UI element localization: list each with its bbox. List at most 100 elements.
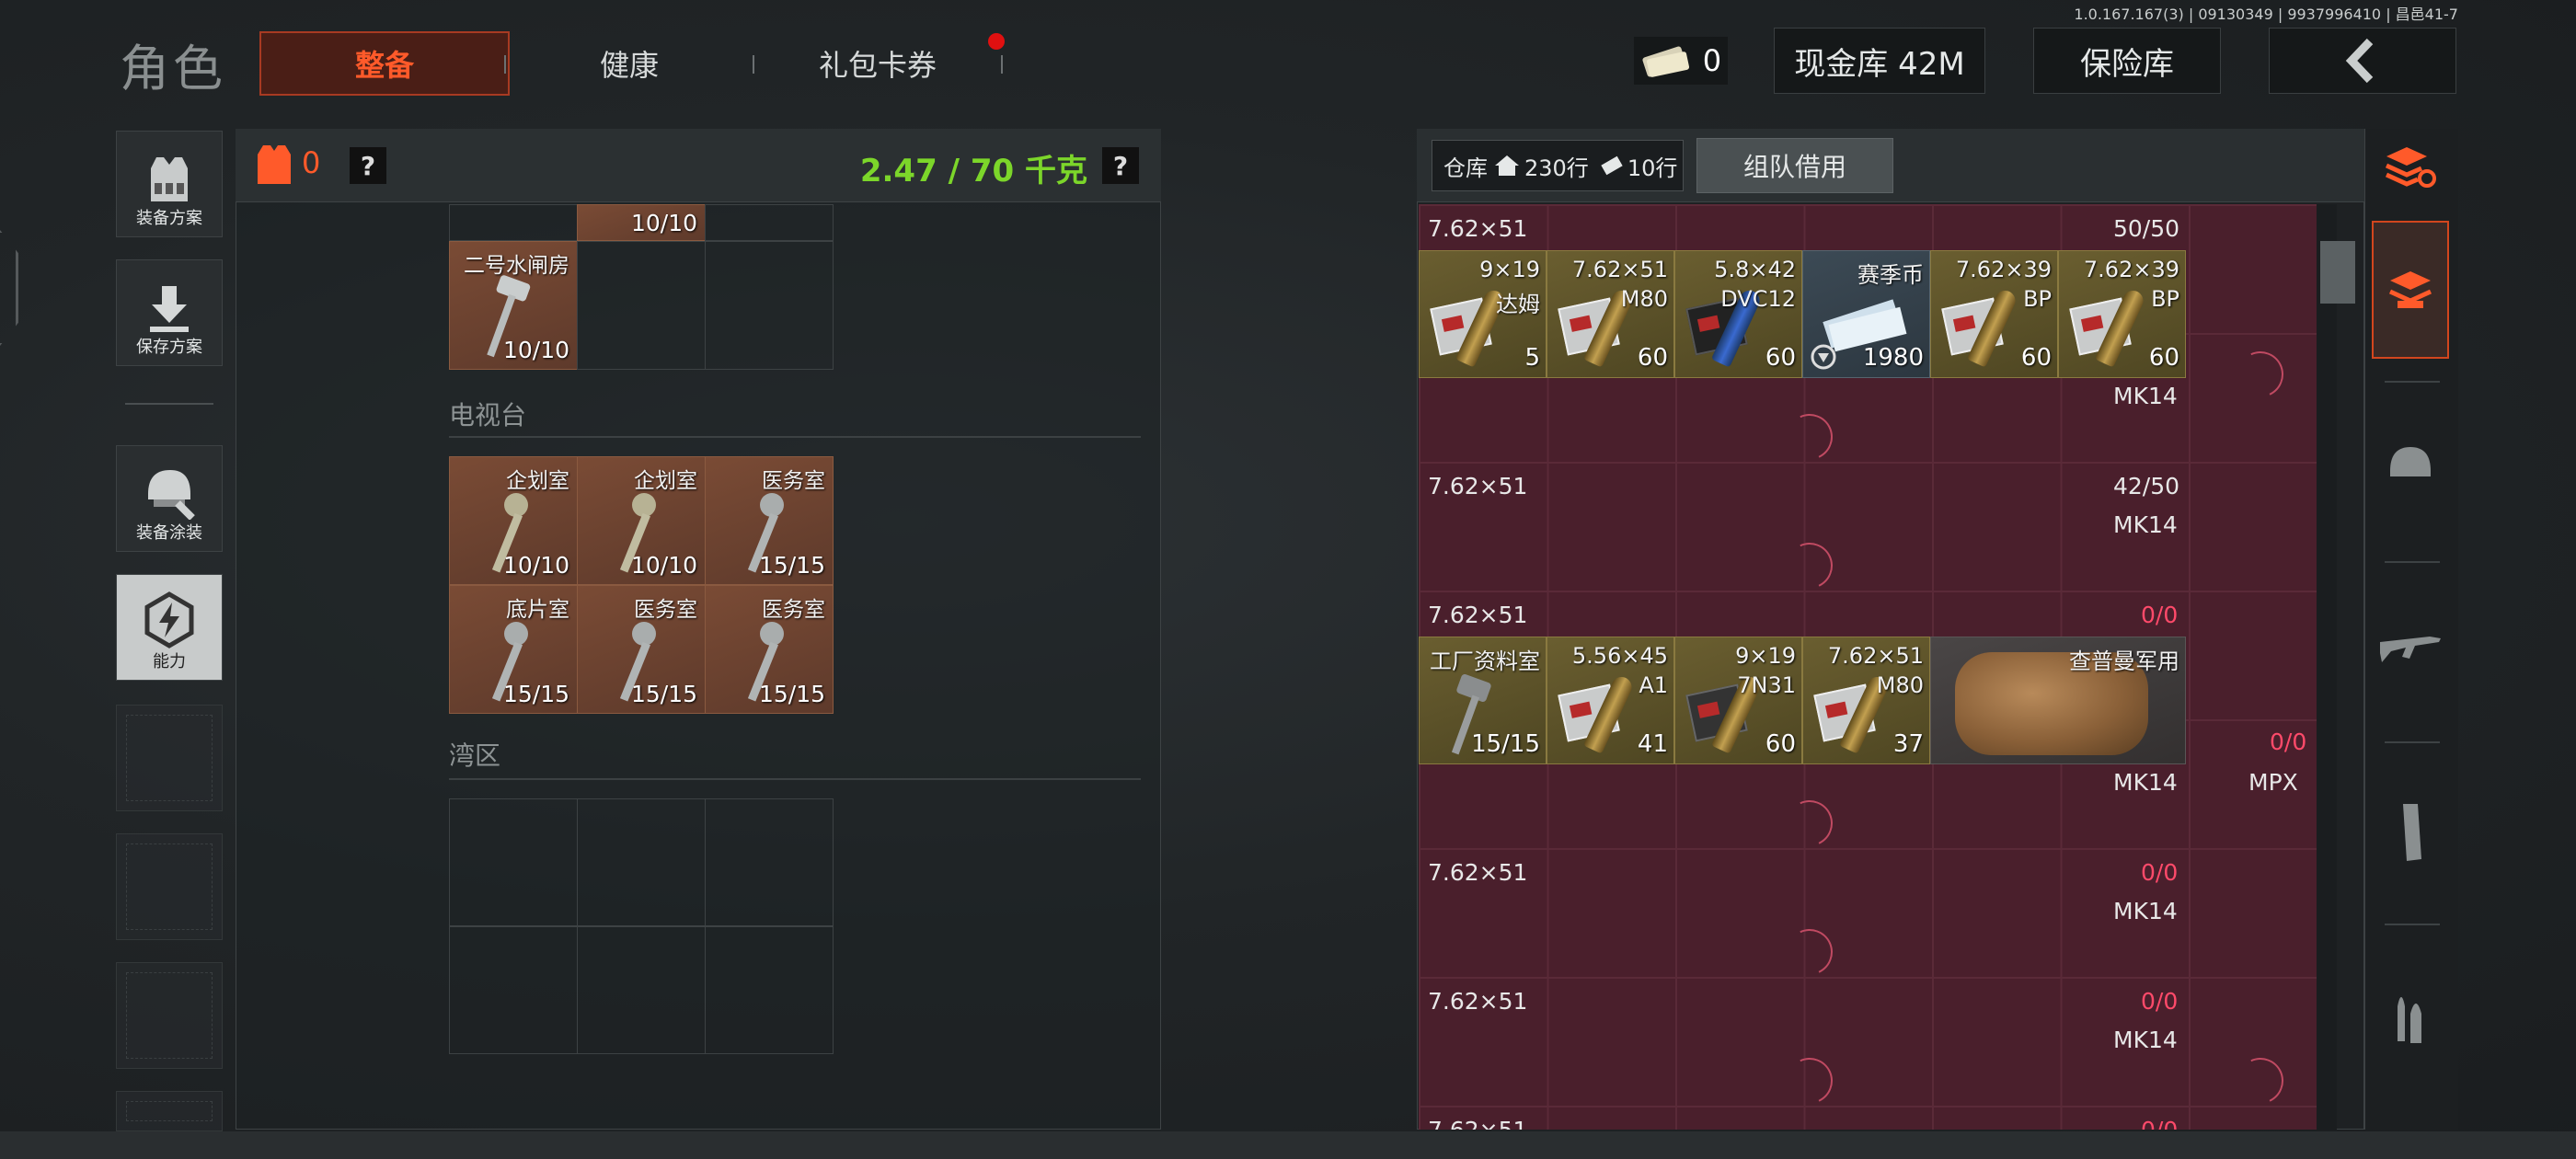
weight-label: 2.47 / 70 千克 [859,153,1087,189]
mag-caliber: 7.62×51 [1428,473,1528,499]
armor-icon [258,145,291,184]
ammo-item[interactable]: 7.62×39 BP 60 [1930,250,2058,378]
ammo-caliber: 9×19 [1479,257,1540,282]
section-title: 电视台 [449,400,527,430]
weight-help-button[interactable]: ? [1102,147,1139,184]
back-button[interactable] [2269,28,2456,94]
mag-caliber: 7.62×51 [1428,1117,1527,1130]
ammo-count: 5 [1524,344,1540,372]
loading-spinner [1779,793,1840,854]
key-name: 企划室 [634,469,697,493]
cash-icon [1642,46,1689,77]
key-item[interactable]: 医务室 15/15 [577,585,706,714]
ammo-item[interactable]: 7.62×51 M80 60 [1547,250,1674,378]
key-item[interactable]: 底片室 15/15 [449,585,578,714]
ammo-count: 37 [1892,730,1924,758]
cash-stash-button[interactable]: 现金库 42M [1774,28,1985,94]
stash-info[interactable]: 仓库 230行 10行 [1432,140,1684,191]
notification-dot [988,33,1005,50]
ammo-item[interactable]: 7.62×39 BP 60 [2058,250,2186,378]
ammo-count: 41 [1637,730,1668,758]
category-magazine[interactable] [2372,763,2449,901]
key-item[interactable]: 企划室 10/10 [449,456,578,585]
sidebar-label: 能力 [153,652,186,671]
key-item[interactable]: 企划室 10/10 [577,456,706,585]
ammo-caliber: 7.62×51 [1571,257,1668,282]
key-item[interactable]: 医务室 15/15 [705,456,834,585]
download-icon [150,286,189,332]
grid-cell [705,241,834,370]
tab-gift-coupons[interactable]: 礼包卡券 [753,31,1003,96]
helmet-icon [148,470,195,520]
key-count: 10/10 [502,337,569,363]
category-all[interactable] [2372,221,2449,359]
mag-weapon: MK14 [2113,898,2178,924]
key-name: 底片室 [506,598,569,622]
sort-button[interactable] [2372,131,2449,204]
tab-divider [1001,55,1003,74]
ammo-item[interactable]: 5.56×45 A1 41 [1547,637,1674,764]
sidebar-gear-skin[interactable]: 装备涂装 [116,445,223,552]
category-ammo[interactable] [2372,947,2449,1085]
chevron-left-icon [2345,38,2374,84]
help-button[interactable]: ? [350,147,386,184]
row-count: 50/50 [2113,215,2180,242]
grid-cell [449,925,578,1054]
ammo-type: 达姆 [1496,292,1540,317]
season-coin-item[interactable]: 赛季币 1980 [1802,250,1930,378]
mag-count: 0/0 [2141,1117,2178,1130]
sidebar-gear-plan[interactable]: 装备方案 [116,131,223,237]
ammo-item[interactable]: 9×19 达姆 5 [1419,250,1547,378]
sidebar-empty-slot [116,705,223,811]
key-count: 15/15 [630,681,697,707]
section-title: 湾区 [449,740,501,771]
team-borrow-button[interactable]: 组队借用 [1696,138,1893,193]
cash-counter[interactable]: 0 [1634,37,1728,85]
ammo-caliber: 5.8×42 [1714,257,1796,282]
key-name: 医务室 [762,598,825,622]
category-helmet[interactable] [2372,396,2449,534]
mag-weapon: MK14 [2113,383,2178,409]
ammo-type: BP [2151,286,2179,312]
stash-tickets: 10行 [1627,155,1678,181]
tab-health[interactable]: 健康 [504,31,754,96]
vault-button[interactable]: 保险库 [2033,28,2221,94]
grid-cell [449,204,578,241]
ammo-item[interactable]: 5.8×42 DVC12 60 [1674,250,1802,378]
key-name: 医务室 [762,469,825,493]
ammo-caliber: 7.62×51 [1827,643,1924,669]
sidebar-save-plan[interactable]: 保存方案 [116,259,223,366]
loading-spinner [1779,922,1840,982]
key-item[interactable]: 10/10 [577,204,706,241]
loading-spinner [1779,1050,1840,1111]
key-count: 10/10 [630,552,697,579]
rifle-icon [2380,637,2441,662]
key-name: 企划室 [506,469,569,493]
ammo-type: A1 [1639,672,1668,698]
mag-weapon: MPX [2248,769,2298,796]
backpack-item[interactable]: 查普曼军用 [1930,637,2186,764]
key-item[interactable]: 医务室 15/15 [705,585,834,714]
tab-gear[interactable]: 整备 [259,31,510,96]
bottom-bar [0,1131,2576,1159]
key-count: 10/10 [502,552,569,579]
grid-cell [705,798,834,927]
sidebar-divider [2385,924,2440,925]
key-item[interactable]: 工厂资料室 15/15 [1419,637,1547,764]
ammo-item[interactable]: 9×19 7N31 60 [1674,637,1802,764]
stash-scrollbar[interactable] [2317,204,2337,1130]
vest-icon [151,157,188,201]
ammo-item[interactable]: 7.62×51 M80 37 [1802,637,1930,764]
mag-count: 0/0 [2270,729,2307,755]
key-item[interactable]: 二号水闸房 10/10 [449,241,578,370]
sidebar-empty-slot [116,1091,223,1131]
grid-cell [577,798,706,927]
ammo-count: 60 [2020,344,2052,372]
category-weapon[interactable] [2372,580,2449,717]
stash-label: 仓库 [1443,155,1488,181]
loading-spinner [2230,1050,2291,1111]
key-count: 15/15 [502,681,569,707]
ammo-type: M80 [1620,286,1668,312]
sidebar-ability[interactable]: 能力 [116,574,223,681]
scrollbar-thumb[interactable] [2320,241,2355,304]
